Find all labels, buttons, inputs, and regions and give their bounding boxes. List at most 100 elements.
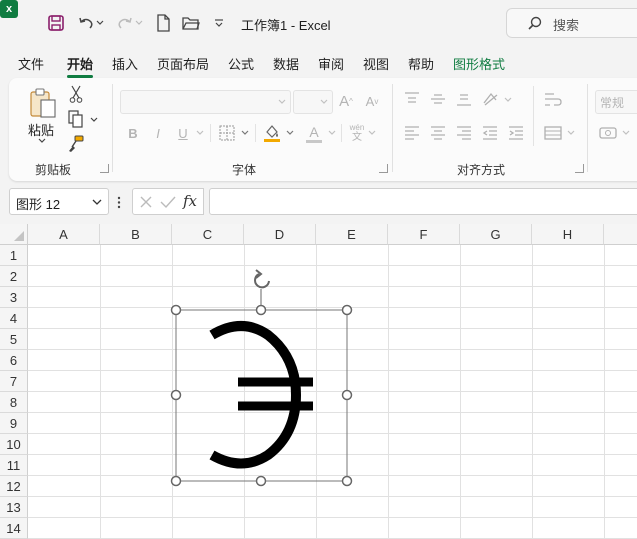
row-header-14[interactable]: 14: [0, 518, 28, 539]
resize-handle-top-left: [170, 304, 182, 316]
decrease-font-size-button[interactable]: Av: [361, 90, 383, 112]
increase-font-size-button[interactable]: A ^: [335, 90, 357, 112]
tab-insert[interactable]: 插入: [112, 54, 138, 73]
rotate-handle-icon[interactable]: [254, 269, 270, 289]
row-header-6[interactable]: 6: [0, 350, 28, 371]
accounting-format-icon[interactable]: [597, 123, 619, 143]
decrease-indent-icon[interactable]: [480, 124, 500, 142]
row-header-2[interactable]: 2: [0, 266, 28, 287]
fill-color-icon[interactable]: [262, 122, 282, 144]
row-header-3[interactable]: 3: [0, 287, 28, 308]
select-all-button[interactable]: [0, 224, 28, 245]
cut-icon[interactable]: [67, 85, 85, 103]
new-file-icon[interactable]: [153, 13, 173, 33]
align-left-icon[interactable]: [402, 124, 422, 142]
tab-help[interactable]: 帮助: [408, 54, 434, 73]
phonetic-guide-button[interactable]: wén 文: [347, 120, 367, 146]
formula-input[interactable]: [209, 188, 637, 215]
italic-button[interactable]: I: [150, 123, 166, 143]
row-header-1[interactable]: 1: [0, 245, 28, 266]
title-bar: x 工作簿1 - Excel 搜索: [0, 0, 637, 46]
font-color-button[interactable]: A: [304, 122, 324, 144]
cancel-icon[interactable]: [139, 195, 153, 209]
number-format-select[interactable]: 常规: [595, 90, 637, 114]
contains-as-member-symbol[interactable]: [209, 321, 313, 469]
format-painter-icon[interactable]: [67, 135, 85, 153]
column-header-b[interactable]: B: [100, 224, 172, 245]
merge-dropdown-icon[interactable]: [566, 128, 576, 138]
more-options-icon[interactable]: [117, 196, 121, 209]
save-icon[interactable]: [46, 13, 66, 33]
middle-align-icon[interactable]: [428, 90, 448, 108]
phonetic-dropdown-icon[interactable]: [367, 128, 377, 138]
row-header-11[interactable]: 11: [0, 455, 28, 476]
row-header-8[interactable]: 8: [0, 392, 28, 413]
tab-formulas[interactable]: 公式: [228, 54, 254, 73]
row-header-5[interactable]: 5: [0, 329, 28, 350]
align-center-icon[interactable]: [428, 124, 448, 142]
row-header-13[interactable]: 13: [0, 497, 28, 518]
insert-function-button[interactable]: fx: [183, 192, 197, 210]
paste-dropdown-icon[interactable]: [35, 136, 49, 146]
wrap-text-icon[interactable]: [542, 90, 564, 110]
borders-icon[interactable]: [217, 123, 237, 143]
undo-icon[interactable]: [76, 13, 96, 33]
enter-check-icon[interactable]: [160, 195, 176, 209]
borders-dropdown-icon[interactable]: [240, 128, 250, 138]
row-header-10[interactable]: 10: [0, 434, 28, 455]
redo-dropdown-icon[interactable]: [134, 13, 144, 33]
column-header-h[interactable]: H: [532, 224, 604, 245]
bottom-align-icon[interactable]: [454, 90, 474, 108]
accounting-dropdown-icon[interactable]: [621, 128, 631, 138]
resize-handle-left: [170, 389, 182, 401]
row-header-12[interactable]: 12: [0, 476, 28, 497]
tab-page-layout[interactable]: 页面布局: [157, 54, 209, 73]
font-launcher-icon[interactable]: [379, 164, 388, 173]
tab-view[interactable]: 视图: [363, 54, 389, 73]
gridline: [100, 245, 101, 539]
tab-review[interactable]: 审阅: [318, 54, 344, 73]
column-header-e[interactable]: E: [316, 224, 388, 245]
orientation-icon[interactable]: [480, 90, 502, 108]
orientation-dropdown-icon[interactable]: [503, 95, 513, 105]
customize-toolbar-icon[interactable]: [212, 13, 226, 33]
column-header-next[interactable]: [604, 224, 637, 245]
gridline: [532, 245, 533, 539]
underline-button[interactable]: U: [175, 123, 191, 143]
bold-button[interactable]: B: [125, 123, 141, 143]
gridline: [28, 496, 637, 497]
column-header-d[interactable]: D: [244, 224, 316, 245]
fill-color-dropdown-icon[interactable]: [285, 128, 295, 138]
row-header-9[interactable]: 9: [0, 413, 28, 434]
column-header-g[interactable]: G: [460, 224, 532, 245]
column-header-f[interactable]: F: [388, 224, 460, 245]
column-header-a[interactable]: A: [28, 224, 100, 245]
alignment-launcher-icon[interactable]: [575, 164, 584, 173]
copy-dropdown-icon[interactable]: [89, 115, 99, 125]
merge-center-icon[interactable]: [542, 123, 564, 143]
top-align-icon[interactable]: [402, 90, 422, 108]
tab-home[interactable]: 开始: [67, 54, 94, 78]
font-name-select[interactable]: [120, 90, 291, 114]
undo-dropdown-icon[interactable]: [95, 13, 105, 33]
tab-file[interactable]: 文件: [18, 54, 44, 73]
redo-icon[interactable]: [115, 13, 135, 33]
worksheet-grid[interactable]: A B C D E F G H 1 2 3 4 5 6 7 8 9 10 11 …: [0, 224, 637, 539]
search-box[interactable]: 搜索: [506, 8, 637, 38]
name-box[interactable]: 图形 12: [9, 188, 109, 215]
column-header-c[interactable]: C: [172, 224, 244, 245]
row-header-7[interactable]: 7: [0, 371, 28, 392]
tab-shape-format[interactable]: 图形格式: [453, 54, 505, 73]
font-size-select[interactable]: [293, 90, 333, 114]
row-header-4[interactable]: 4: [0, 308, 28, 329]
increase-indent-icon[interactable]: [506, 124, 526, 142]
paste-icon[interactable]: [27, 86, 59, 120]
shape-selection[interactable]: [160, 262, 370, 492]
clipboard-launcher-icon[interactable]: [100, 164, 109, 173]
tab-data[interactable]: 数据: [273, 54, 299, 73]
font-color-dropdown-icon[interactable]: [327, 128, 337, 138]
copy-icon[interactable]: [67, 110, 85, 128]
underline-dropdown-icon[interactable]: [195, 128, 205, 138]
align-right-icon[interactable]: [454, 124, 474, 142]
open-folder-icon[interactable]: [181, 13, 201, 33]
